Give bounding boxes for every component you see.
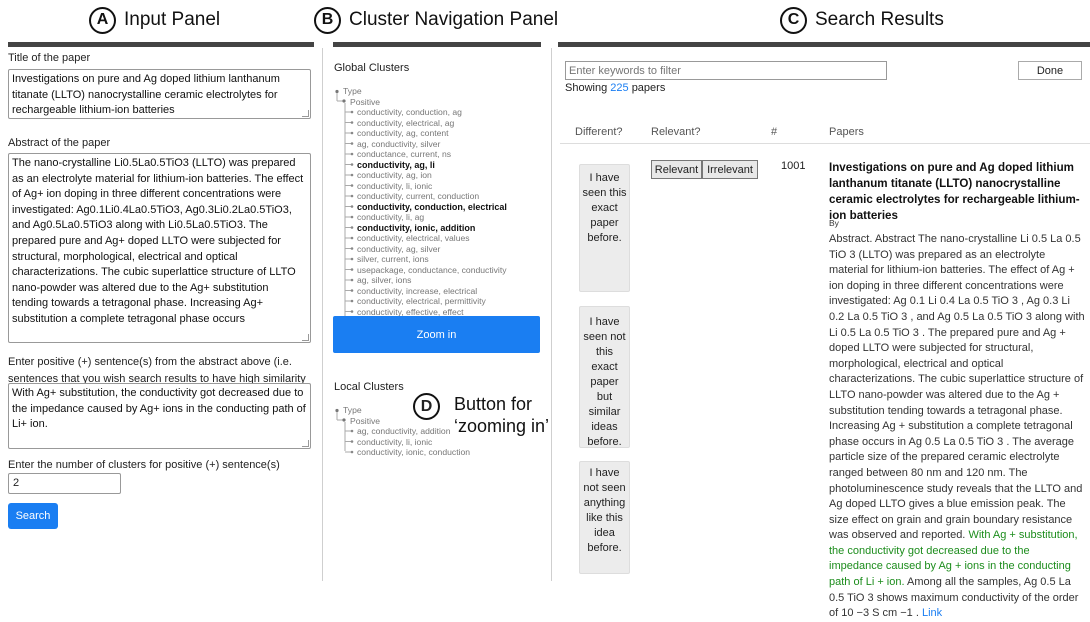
cluster-item[interactable]: silver, current, ions [336,254,507,265]
search-button[interactable]: Search [8,503,58,529]
panel-letter-a: A [89,6,116,34]
tree-branch-positive[interactable]: Positive [336,97,507,108]
panel-divider [322,48,323,581]
irrelevant-button[interactable]: Irrelevant [702,160,758,179]
cluster-item[interactable]: conductance, current, ns [336,149,507,160]
abstract-text: Abstract. Abstract The nano-crystalline … [829,233,1085,542]
cluster-item[interactable]: conductivity, conduction, ag [336,107,507,118]
cluster-item[interactable]: conductivity, electrical, values [336,233,507,244]
cluster-panel-header: B Cluster Navigation Panel [314,6,558,34]
input-panel-title: Input Panel [124,9,221,30]
cluster-panel-rule [333,42,541,47]
cluster-item[interactable]: conductivity, ionic, addition [336,223,507,234]
panel-letter-b: B [314,6,341,34]
input-panel-header: A Input Panel [89,6,220,34]
cluster-item[interactable]: conductivity, li, ionic [336,181,507,192]
cluster-item[interactable]: conductivity, electrical, permittivity [336,296,507,307]
cluster-item[interactable]: ag, silver, ions [336,275,507,286]
showing-count: 225 [610,82,629,94]
results-panel-header: C Search Results [780,6,944,34]
col-papers: Papers [829,126,864,138]
positive-sentence-textarea[interactable]: With Ag+ substitution, the conductivity … [8,383,311,449]
abstract-textarea[interactable]: The nano-crystalline Li0.5La0.5TiO3 (LLT… [8,153,311,343]
local-clusters-title: Local Clusters [334,381,404,393]
done-button[interactable]: Done [1018,61,1082,80]
paper-title: Investigations on pure and Ag doped lith… [829,161,1080,222]
clusters-count-input[interactable]: 2 [8,473,121,494]
cluster-item[interactable]: ag, conductivity, silver [336,139,507,150]
cluster-item[interactable]: usepackage, conductance, conductivity [336,265,507,276]
zoom-annotation-line1: Button for [454,394,533,414]
results-count: Showing 225 papers [565,82,665,94]
col-number: # [771,126,778,138]
col-relevant: Relevant? [651,126,701,138]
cluster-item[interactable]: conductivity, ag, ion [336,170,507,181]
paper-authors: By [829,218,839,228]
results-table-header [560,124,1090,144]
cluster-item[interactable]: conductivity, li, ag [336,212,507,223]
abstract-label: Abstract of the paper [8,137,111,149]
cluster-item[interactable]: conductivity, conduction, electrical [336,202,507,213]
panel-letter-d: D [413,393,440,420]
title-label: Title of the paper [8,52,91,64]
cluster-item[interactable]: conductivity, ionic, conduction [336,447,470,458]
relevant-button[interactable]: Relevant [651,160,702,179]
results-panel-rule [558,42,1090,47]
panel-divider [551,48,552,581]
cluster-item[interactable]: conductivity, increase, electrical [336,286,507,297]
cluster-item[interactable]: conductivity, electrical, ag [336,118,507,129]
paper-abstract: Abstract. Abstract The nano-crystalline … [829,232,1085,622]
col-different: Different? [575,126,623,138]
cluster-panel-title: Cluster Navigation Panel [349,9,559,30]
zoom-annotation-line2: ‘zooming in’ [454,416,550,436]
showing-suffix: papers [631,82,666,94]
input-panel-rule [8,42,314,47]
clusters-count-label: Enter the number of clusters for positiv… [8,459,280,471]
tree-root-type[interactable]: Type [336,86,507,97]
cluster-item[interactable]: conductivity, ag, content [336,128,507,139]
paper-link[interactable]: Link [922,607,942,619]
seen-similar-button[interactable]: I have seen not this exact paper but sim… [579,306,630,448]
cluster-item[interactable]: conductivity, ag, li [336,160,507,171]
title-textarea[interactable]: Investigations on pure and Ag doped lith… [8,69,311,119]
showing-prefix: Showing [565,82,608,94]
seen-exact-button[interactable]: I have seen this exact paper before. [579,164,630,292]
result-row-number: 1001 [781,160,806,172]
global-cluster-tree: Type Positive conductivity, conduction, … [336,86,507,317]
zoom-in-button[interactable]: Zoom in [333,316,540,353]
cluster-item[interactable]: conductivity, current, conduction [336,191,507,202]
cluster-item[interactable]: conductivity, ag, silver [336,244,507,255]
global-clusters-title: Global Clusters [334,62,410,74]
results-panel-title: Search Results [815,9,944,30]
cluster-item[interactable]: conductivity, li, ionic [336,437,470,448]
keyword-filter-input[interactable] [565,61,887,80]
panel-letter-c: C [780,6,807,34]
not-seen-button[interactable]: I have not seen anything like this idea … [579,461,630,574]
zoom-annotation: D Button for ‘zooming in’ [413,393,549,437]
